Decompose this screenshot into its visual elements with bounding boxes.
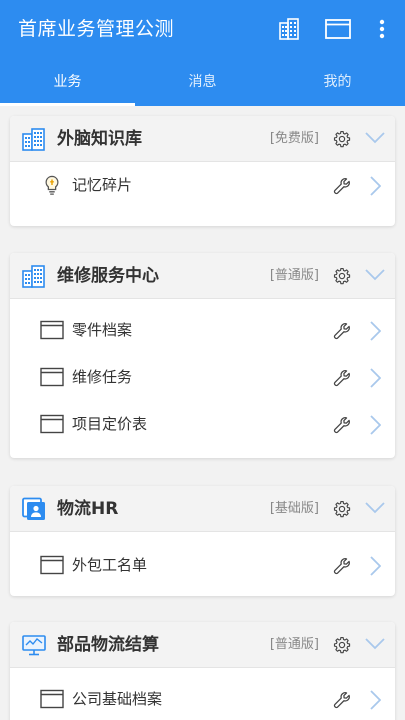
- card-edition-badge: [基础版]: [269, 501, 319, 516]
- building-icon: [22, 128, 45, 151]
- card-parts-logistics-settlement: 部品物流结算 [普通版] 公司基础档案: [10, 622, 395, 720]
- chevron-down-icon[interactable]: [365, 131, 385, 145]
- card-title: 外脑知识库: [57, 129, 142, 149]
- tab-messages[interactable]: 消息: [135, 62, 270, 104]
- chevron-right-icon[interactable]: [369, 176, 381, 196]
- chevron-down-icon[interactable]: [365, 501, 385, 515]
- card-external-brain: 外脑知识库 [免费版] 记忆碎片: [10, 116, 395, 226]
- more-options-button[interactable]: [366, 13, 398, 45]
- monitor-icon: [22, 635, 46, 656]
- wrench-icon[interactable]: [332, 690, 352, 710]
- wrench-icon[interactable]: [332, 556, 352, 576]
- wrench-icon[interactable]: [332, 415, 352, 435]
- tab-mine[interactable]: 我的: [270, 62, 405, 104]
- row-label: 零件档案: [72, 321, 133, 339]
- card-title: 维修服务中心: [57, 266, 159, 286]
- wrench-icon[interactable]: [332, 321, 352, 341]
- list-item-parts-archive[interactable]: 零件档案: [10, 307, 395, 354]
- card-title: 物流HR: [57, 499, 119, 519]
- list-item-memory-fragments[interactable]: 记忆碎片: [10, 162, 395, 209]
- card-header[interactable]: 外脑知识库 [免费版]: [10, 116, 395, 162]
- chevron-right-icon[interactable]: [369, 321, 381, 341]
- card-header[interactable]: 部品物流结算 [普通版]: [10, 622, 395, 668]
- list-item-company-basic-archive[interactable]: 公司基础档案: [10, 676, 395, 720]
- card-header[interactable]: 维修服务中心 [普通版]: [10, 253, 395, 299]
- chevron-right-icon[interactable]: [369, 690, 381, 710]
- gear-icon[interactable]: [333, 267, 351, 285]
- card-header[interactable]: 物流HR [基础版]: [10, 486, 395, 532]
- tab-business[interactable]: 业务: [0, 62, 135, 106]
- window-icon: [40, 555, 64, 575]
- row-label: 维修任务: [72, 368, 133, 386]
- card-edition-badge: [普通版]: [269, 268, 319, 283]
- row-label: 公司基础档案: [72, 690, 163, 708]
- card-edition-badge: [免费版]: [269, 131, 319, 146]
- window-icon: [40, 414, 64, 434]
- id-card-icon: [22, 497, 45, 520]
- window-icon: [40, 320, 64, 340]
- card-edition-badge: [普通版]: [269, 637, 319, 652]
- gear-icon[interactable]: [333, 500, 351, 518]
- chevron-right-icon[interactable]: [369, 556, 381, 576]
- wrench-icon[interactable]: [332, 368, 352, 388]
- window-icon: [325, 19, 351, 39]
- app-bar: 首席业务管理公测 业务 消息 我的: [0, 0, 405, 106]
- window-action-button[interactable]: [322, 13, 354, 45]
- window-icon: [40, 367, 64, 387]
- list-item-outsourced-workers[interactable]: 外包工名单: [10, 542, 395, 589]
- chevron-down-icon[interactable]: [365, 268, 385, 282]
- building-icon: [279, 18, 299, 40]
- business-content: 外脑知识库 [免费版] 记忆碎片 维修服务中心 [普通版] 零件档案 维修任务 …: [0, 106, 405, 720]
- list-item-repair-tasks[interactable]: 维修任务: [10, 354, 395, 401]
- lightbulb-icon: [45, 175, 59, 195]
- row-label: 项目定价表: [72, 415, 148, 433]
- building-icon: [22, 265, 45, 288]
- chevron-down-icon[interactable]: [365, 637, 385, 651]
- card-logistics-hr: 物流HR [基础版] 外包工名单: [10, 486, 395, 596]
- building-action-button[interactable]: [273, 13, 305, 45]
- more-vert-icon: [379, 19, 385, 39]
- app-title: 首席业务管理公测: [18, 18, 175, 40]
- gear-icon[interactable]: [333, 130, 351, 148]
- row-label: 外包工名单: [72, 556, 148, 574]
- card-title: 部品物流结算: [57, 635, 159, 655]
- tab-bar: 业务 消息 我的: [0, 62, 405, 106]
- gear-icon[interactable]: [333, 636, 351, 654]
- card-repair-service-center: 维修服务中心 [普通版] 零件档案 维修任务 项目定价表: [10, 253, 395, 458]
- window-icon: [40, 689, 64, 709]
- list-item-pricing-table[interactable]: 项目定价表: [10, 401, 395, 448]
- row-label: 记忆碎片: [72, 176, 133, 194]
- wrench-icon[interactable]: [332, 176, 352, 196]
- chevron-right-icon[interactable]: [369, 368, 381, 388]
- chevron-right-icon[interactable]: [369, 415, 381, 435]
